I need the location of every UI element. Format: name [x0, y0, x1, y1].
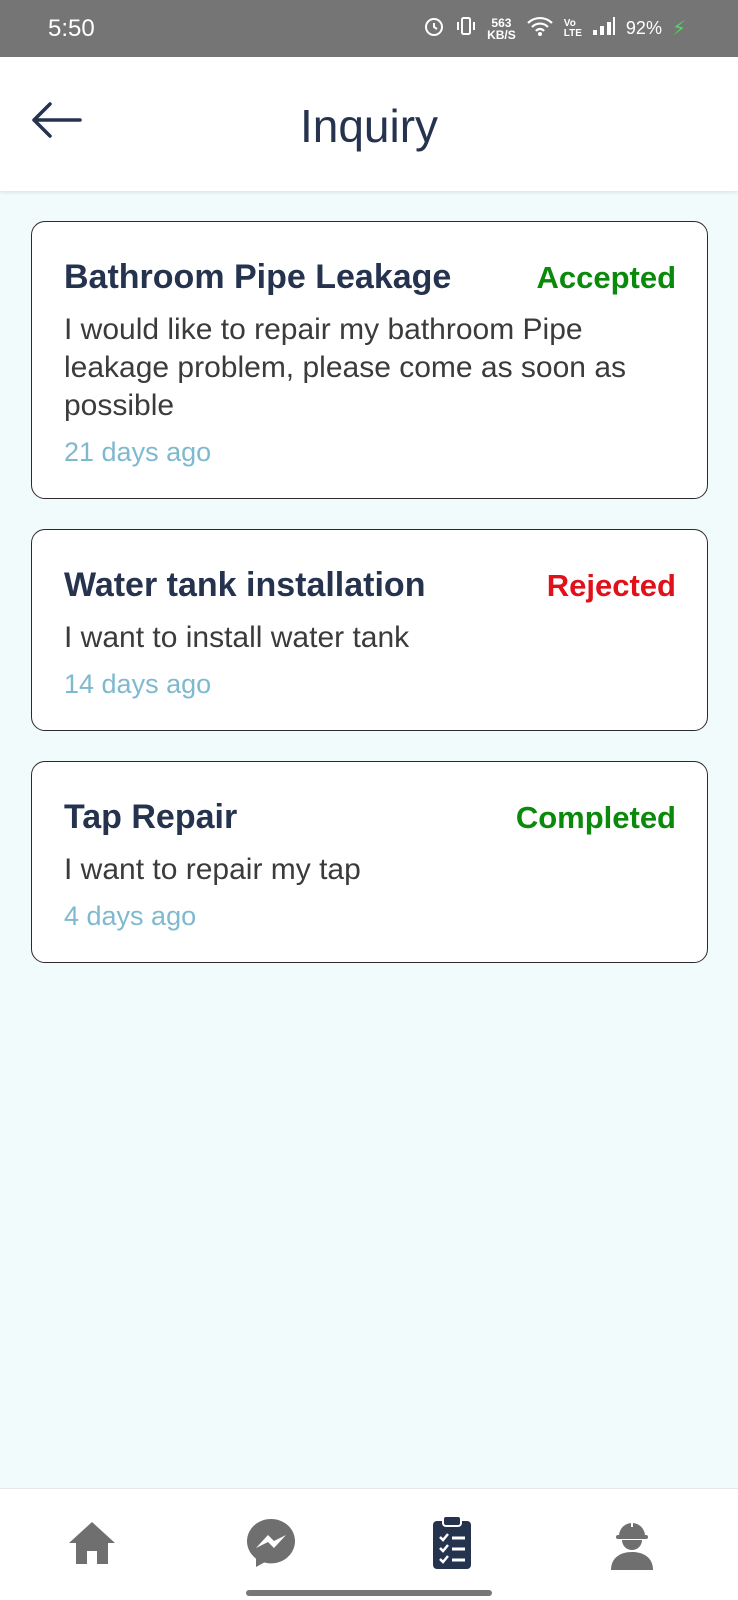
vibrate-icon: [455, 15, 477, 42]
page-title: Inquiry: [299, 100, 439, 152]
inquiry-time: 21 days ago: [64, 437, 212, 467]
clipboard-list-icon: [431, 1514, 473, 1576]
nav-messenger[interactable]: [241, 1515, 301, 1575]
bottom-nav: [0, 1488, 738, 1600]
status-icons: 563 KB/S Vo LTE 92% ⚡: [423, 15, 686, 42]
inquiry-description: I want to repair my tap: [64, 853, 361, 886]
status-bar: 5:50 563 KB/S Vo LTE 92% ⚡: [0, 0, 738, 57]
nav-home[interactable]: [62, 1515, 122, 1575]
alarm-icon: [423, 15, 445, 42]
messenger-icon: [244, 1516, 298, 1575]
app-bar: Inquiry: [0, 57, 738, 191]
home-indicator: [246, 1590, 492, 1596]
volte-indicator: Vo LTE: [563, 17, 582, 39]
status-time: 5:50: [48, 14, 95, 42]
charging-bolt-icon: ⚡: [671, 18, 686, 40]
inquiry-list: Bathroom Pipe Leakage Accepted I would l…: [31, 221, 708, 993]
net-speed: 563 KB/S: [487, 15, 516, 42]
inquiry-card[interactable]: Bathroom Pipe Leakage Accepted I would l…: [31, 221, 708, 499]
inquiry-status: Rejected: [546, 568, 676, 603]
inquiry-time: 14 days ago: [64, 669, 212, 699]
inquiry-card[interactable]: Tap Repair Completed I want to repair my…: [31, 761, 708, 963]
inquiry-status: Accepted: [536, 260, 676, 295]
inquiry-description: I would like to repair my bathroom Pipe …: [64, 313, 627, 422]
worker-profile-icon: [609, 1516, 655, 1575]
home-icon: [67, 1519, 117, 1572]
wifi-icon: [526, 15, 554, 42]
inquiry-status: Completed: [515, 800, 676, 835]
nav-profile[interactable]: [602, 1515, 662, 1575]
inquiry-description: I want to install water tank: [64, 621, 410, 654]
inquiry-time: 4 days ago: [64, 901, 197, 931]
inquiry-card[interactable]: Water tank installation Rejected I want …: [31, 529, 708, 731]
battery-text: 92%: [625, 18, 662, 38]
signal-icon: [592, 16, 616, 41]
nav-inquiries[interactable]: [422, 1514, 482, 1576]
